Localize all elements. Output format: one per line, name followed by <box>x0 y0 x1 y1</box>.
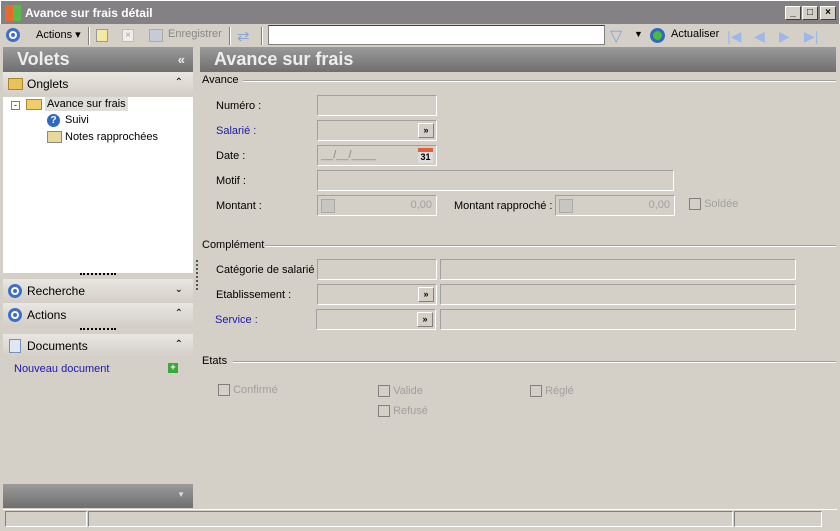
first-record-icon[interactable]: |◀ <box>727 28 741 45</box>
montant-rapproche-field[interactable]: 0,00 <box>555 195 675 216</box>
panel-onglets[interactable]: Onglets ⌃ <box>3 72 193 96</box>
montant-rapproche-label: Montant rapproché : <box>454 200 553 212</box>
montant-value: 0,00 <box>410 199 432 211</box>
tree-item-suivi[interactable]: Suivi <box>65 114 89 126</box>
calendar-icon[interactable]: 31 <box>418 148 433 163</box>
splitter[interactable] <box>80 273 116 275</box>
soldee-checkbox[interactable]: Soldée <box>689 198 738 211</box>
actions-icon <box>8 308 22 322</box>
form-title: Avance sur frais <box>214 49 354 69</box>
refuse-checkbox[interactable]: Refusé <box>378 405 428 418</box>
panel-actions[interactable]: Actions ⌃ <box>3 303 193 327</box>
folder-icon <box>8 78 23 90</box>
sync-icon[interactable]: ⇄ <box>237 27 250 45</box>
tree-item-avance-sur-frais[interactable]: Avance sur frais <box>45 97 128 111</box>
montant-field[interactable]: 0,00 <box>317 195 437 216</box>
chevron-down-icon[interactable]: ⌄ <box>175 284 183 295</box>
numero-field[interactable] <box>317 95 437 116</box>
next-record-icon[interactable]: ▶ <box>779 28 790 45</box>
refresh-icon[interactable] <box>650 28 665 43</box>
regle-checkbox[interactable]: Réglé <box>530 385 574 398</box>
panel-documents[interactable]: Documents ⌃ <box>3 334 193 358</box>
add-icon[interactable]: + <box>168 363 178 373</box>
calculator-icon[interactable] <box>559 199 573 213</box>
motif-field[interactable] <box>317 170 674 191</box>
minimize-button[interactable]: _ <box>785 6 801 20</box>
etablissement-select[interactable]: » <box>317 284 437 305</box>
refresh-button[interactable]: Actualiser <box>671 28 719 40</box>
categorie-label-field <box>440 259 796 280</box>
panel-title: Actions <box>27 308 67 322</box>
chevron-down-icon[interactable]: » <box>418 123 434 138</box>
date-field[interactable]: __/__/____ 31 <box>317 145 437 166</box>
motif-label: Motif : <box>216 175 246 187</box>
chevron-down-icon[interactable]: » <box>417 312 433 327</box>
sidebar-title: Volets <box>17 49 70 69</box>
group-complement-legend: Complément <box>202 239 265 251</box>
close-button[interactable]: × <box>820 6 836 20</box>
chevron-up-icon[interactable]: ⌃ <box>175 308 183 319</box>
delete-icon[interactable]: × <box>122 29 134 42</box>
panel-title: Onglets <box>27 77 69 91</box>
app-icon <box>5 5 21 21</box>
filter-icon[interactable]: ▽ <box>610 26 622 46</box>
chevron-down-icon[interactable]: » <box>418 287 434 302</box>
recherche-icon <box>8 284 22 298</box>
tab-tree: - Avance sur frais ? Suivi Notes rapproc… <box>3 97 193 273</box>
panel-title: Recherche <box>27 284 86 298</box>
chevron-down-icon[interactable]: ▼ <box>177 490 185 499</box>
filter-dropdown-icon[interactable]: ▼ <box>634 29 643 39</box>
montant-rapproche-value: 0,00 <box>648 199 670 211</box>
form-header: Avance sur frais <box>200 47 836 72</box>
montant-label: Montant : <box>216 200 262 212</box>
group-avance-legend: Avance <box>202 74 239 86</box>
panel-recherche[interactable]: Recherche ⌄ <box>3 279 193 303</box>
categorie-label: Catégorie de salarié <box>216 264 315 276</box>
new-document-link[interactable]: Nouveau document <box>14 363 109 375</box>
actions-menu[interactable]: Actions ▾ <box>36 28 81 41</box>
valide-checkbox[interactable]: Valide <box>378 385 423 398</box>
date-label: Date : <box>216 150 246 162</box>
notes-icon <box>47 131 62 143</box>
group-etats-legend: Etats <box>202 355 228 367</box>
status-bar <box>3 509 837 528</box>
help-icon: ? <box>47 114 60 127</box>
toolbar: Actions ▾ × Enregistrer ⇄ ▽ ▼ Actualiser… <box>0 24 840 47</box>
date-mask: __/__/____ <box>321 149 377 161</box>
calculator-icon[interactable] <box>321 199 335 213</box>
salarie-label[interactable]: Salarié : <box>216 125 256 137</box>
window-title: Avance sur frais détail <box>25 6 153 20</box>
panel-title: Documents <box>27 339 88 353</box>
chevron-up-icon[interactable]: ⌃ <box>175 339 183 350</box>
actions-radio-icon <box>6 28 20 42</box>
categorie-code-field[interactable] <box>317 259 437 280</box>
service-select[interactable]: » <box>316 309 436 330</box>
splitter[interactable] <box>80 328 116 330</box>
salarie-select[interactable]: » <box>317 120 437 141</box>
document-icon <box>9 339 21 353</box>
confirme-checkbox[interactable]: Confirmé <box>218 384 278 397</box>
title-bar: Avance sur frais détail _ □ × <box>0 0 840 24</box>
open-folder-icon <box>26 99 42 110</box>
maximize-button[interactable]: □ <box>802 6 818 20</box>
service-label-field <box>440 309 796 330</box>
save-icon <box>149 29 163 42</box>
last-record-icon[interactable]: ▶| <box>804 28 818 45</box>
tree-collapse-icon[interactable]: - <box>11 101 20 110</box>
save-button[interactable]: Enregistrer <box>168 28 222 40</box>
sidebar-header: Volets « <box>3 47 193 72</box>
etablissement-label-field <box>440 284 796 305</box>
tree-item-notes-rapprochees[interactable]: Notes rapprochées <box>65 131 158 143</box>
chevron-up-icon[interactable]: ⌃ <box>175 77 183 88</box>
sidebar-footer: ▼ <box>3 484 193 508</box>
search-input[interactable] <box>268 25 605 45</box>
collapse-sidebar-button[interactable]: « <box>178 52 185 67</box>
previous-record-icon[interactable]: ◀ <box>754 28 765 45</box>
etablissement-label: Etablissement : <box>216 289 292 301</box>
vertical-splitter[interactable] <box>196 260 198 290</box>
new-icon[interactable] <box>96 29 108 42</box>
numero-label: Numéro : <box>216 100 262 112</box>
service-label[interactable]: Service : <box>215 314 258 326</box>
